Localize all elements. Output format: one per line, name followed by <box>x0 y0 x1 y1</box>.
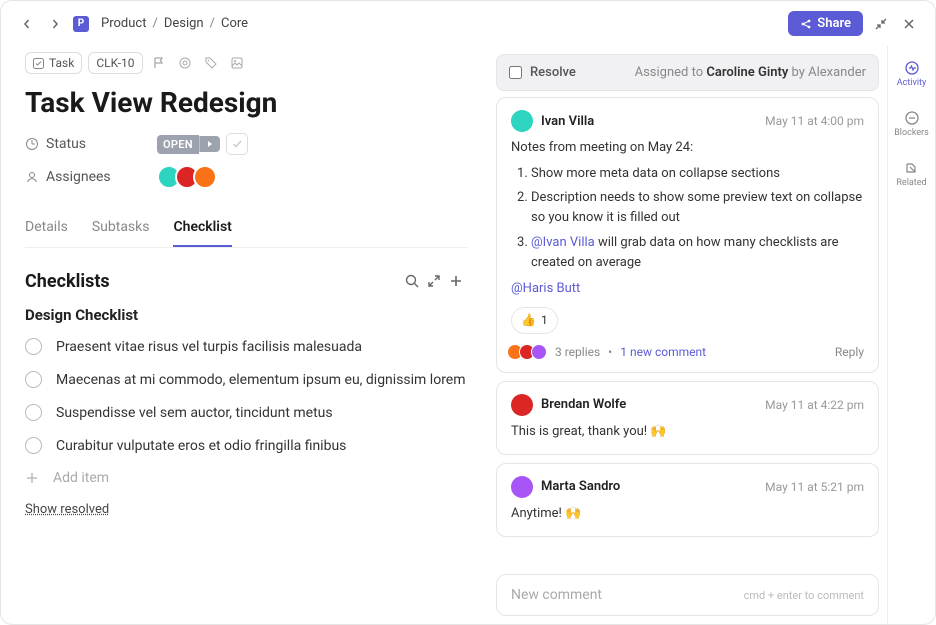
tab-subtasks[interactable]: Subtasks <box>92 209 150 247</box>
checklist-title: Design Checklist <box>25 306 467 324</box>
comment-time: May 11 at 4:22 pm <box>765 398 864 412</box>
share-button[interactable]: Share <box>788 11 863 36</box>
checklist-circle[interactable] <box>25 338 42 355</box>
reply-avatars <box>511 344 547 360</box>
close-icon[interactable] <box>899 14 919 34</box>
resolve-bar: Resolve Assigned to Caroline Ginty by Al… <box>496 54 879 91</box>
plus-icon <box>25 471 39 485</box>
task-id-pill[interactable]: CLK-10 <box>88 52 142 74</box>
rail-related[interactable]: Related <box>896 156 926 192</box>
comment: Brendan Wolfe May 11 at 4:22 pm This is … <box>496 381 879 455</box>
nav-forward[interactable] <box>45 14 65 34</box>
checklist-circle[interactable] <box>25 371 42 388</box>
complete-checkbox[interactable] <box>226 133 248 155</box>
rail-blockers[interactable]: Blockers <box>894 106 929 142</box>
share-icon <box>800 18 812 30</box>
page-title: Task View Redesign <box>25 86 467 119</box>
status-icon <box>25 137 39 151</box>
status-label: Status <box>25 136 145 152</box>
related-icon <box>903 160 919 176</box>
status-badge[interactable]: OPEN <box>157 135 199 154</box>
tab-details[interactable]: Details <box>25 209 68 247</box>
comment-author: Brendan Wolfe <box>541 397 626 412</box>
comment-author: Marta Sandro <box>541 479 620 494</box>
expand-icon[interactable] <box>423 270 445 292</box>
assignee-avatars[interactable] <box>157 165 217 189</box>
mention[interactable]: @Ivan Villa <box>531 235 595 250</box>
new-comment-input[interactable]: New comment cmd + enter to comment <box>496 574 879 616</box>
flag-icon[interactable] <box>149 53 169 73</box>
breadcrumb[interactable]: Product/Design/Core <box>101 16 248 31</box>
checklist-circle[interactable] <box>25 404 42 421</box>
tag-icon[interactable] <box>201 53 221 73</box>
avatar <box>511 394 533 416</box>
nav-back[interactable] <box>17 14 37 34</box>
add-item-button[interactable]: Add item <box>25 470 467 486</box>
comment: Marta Sandro May 11 at 5:21 pm Anytime! … <box>496 463 879 537</box>
avatar <box>511 110 533 132</box>
comment: Ivan Villa May 11 at 4:00 pm Notes from … <box>496 97 879 373</box>
comment-body: Notes from meeting on May 24: Show more … <box>511 138 864 334</box>
checklist-item[interactable]: Curabitur vulputate eros et odio fringil… <box>25 437 467 454</box>
add-icon[interactable] <box>445 270 467 292</box>
image-icon[interactable] <box>227 53 247 73</box>
mention[interactable]: @Haris Butt <box>511 279 864 299</box>
activity-icon <box>904 60 920 76</box>
product-icon: P <box>73 16 89 32</box>
checklist-item[interactable]: Maecenas at mi commodo, elementum ipsum … <box>25 371 467 388</box>
status-next[interactable] <box>199 136 220 152</box>
shortcut-hint: cmd + enter to comment <box>744 589 864 602</box>
rail-activity[interactable]: Activity <box>897 56 926 92</box>
section-title: Checklists <box>25 271 110 292</box>
resolve-label: Resolve <box>530 65 576 80</box>
target-icon[interactable] <box>175 53 195 73</box>
checklist-item[interactable]: Suspendisse vel sem auctor, tincidunt me… <box>25 404 467 421</box>
person-icon <box>25 170 39 184</box>
task-type-pill[interactable]: Task <box>25 52 82 74</box>
avatar <box>511 476 533 498</box>
reply-count[interactable]: 3 replies <box>555 345 600 359</box>
minimize-icon[interactable] <box>871 14 891 34</box>
show-resolved-link[interactable]: Show resolved <box>25 502 467 517</box>
comment-time: May 11 at 4:00 pm <box>765 114 864 128</box>
avatar <box>193 165 217 189</box>
resolve-checkbox[interactable] <box>509 66 522 79</box>
checklist-item[interactable]: Praesent vitae risus vel turpis facilisi… <box>25 338 467 355</box>
check-icon <box>33 58 44 69</box>
reaction[interactable]: 👍1 <box>511 307 558 334</box>
new-comment-count[interactable]: 1 new comment <box>620 345 706 359</box>
checklist-circle[interactable] <box>25 437 42 454</box>
blockers-icon <box>904 110 920 126</box>
tab-checklist[interactable]: Checklist <box>173 209 231 247</box>
search-icon[interactable] <box>401 270 423 292</box>
assignees-label: Assignees <box>25 169 145 185</box>
comment-author: Ivan Villa <box>541 114 594 129</box>
comment-body: This is great, thank you! 🙌 <box>511 422 864 442</box>
comment-time: May 11 at 5:21 pm <box>765 480 864 494</box>
assigned-to: Assigned to Caroline Ginty by Alexander <box>635 65 866 80</box>
comment-body: Anytime! 🙌 <box>511 504 864 524</box>
reply-button[interactable]: Reply <box>835 345 864 359</box>
